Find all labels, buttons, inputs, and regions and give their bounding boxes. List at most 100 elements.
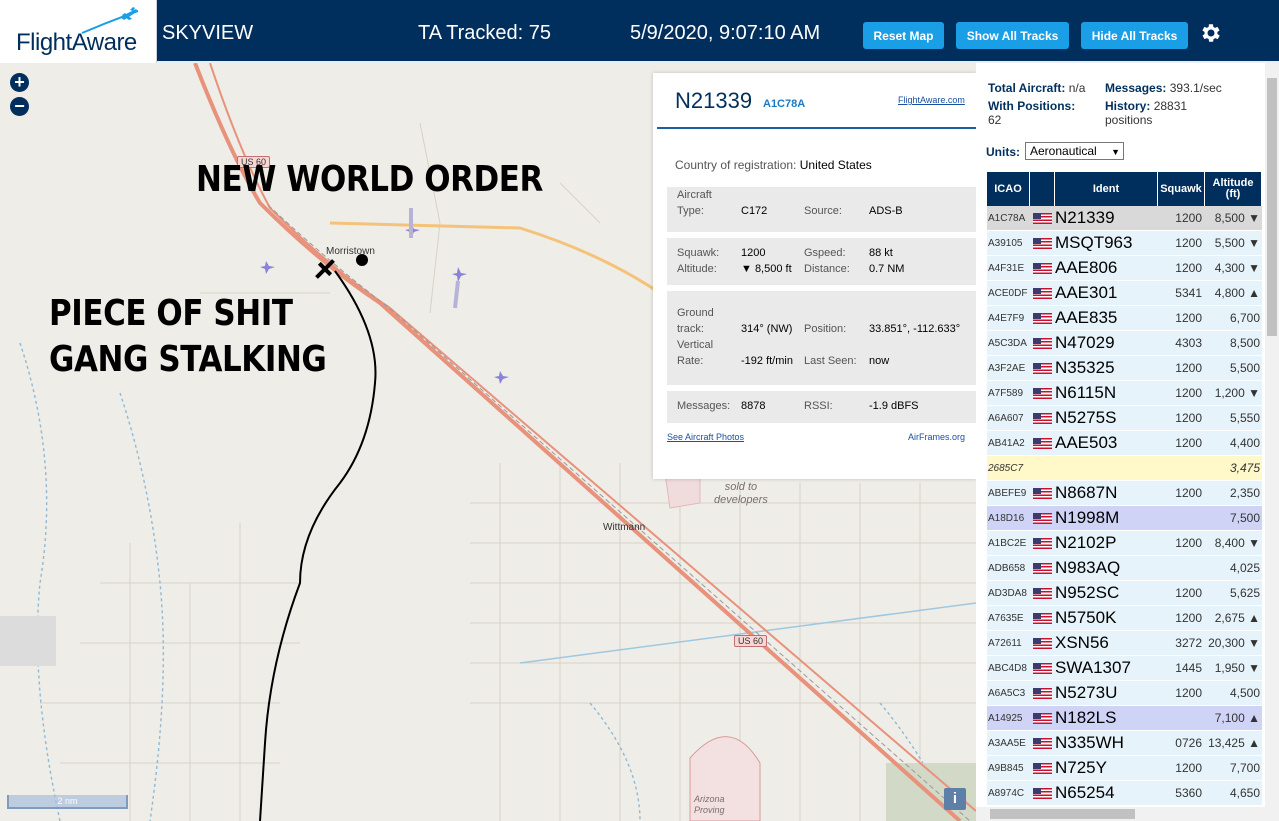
aircraft-type-value: C172	[741, 205, 768, 217]
ident-cell: AAE503	[1055, 433, 1118, 452]
squawk-cell: 1200	[1175, 761, 1202, 775]
squawk-cell: 5341	[1175, 286, 1202, 300]
altitude-cell: 4,300 ▼	[1214, 261, 1260, 275]
annotation-left: PIECE OF SHIT GANG STALKING	[49, 291, 327, 383]
country-row: Country of registration: United States	[675, 158, 872, 172]
gear-icon[interactable]	[1198, 21, 1222, 45]
squawk-cell	[1158, 456, 1205, 480]
squawk-cell: 1200	[1175, 411, 1202, 425]
flag-cell	[1030, 456, 1055, 480]
table-row[interactable]: ABEFE9 N8687N 1200 2,350	[987, 481, 1262, 506]
ident-cell: N21339	[1055, 208, 1115, 227]
squawk-cell: 1200	[1175, 386, 1202, 400]
table-row[interactable]: A3AA5E N335WH 0726 13,425 ▲	[987, 731, 1262, 756]
table-row[interactable]: ACE0DF AAE301 5341 4,800 ▲	[987, 281, 1262, 306]
icao-cell: AB41A2	[988, 437, 1025, 449]
table-row[interactable]: A1C78A N21339 1200 8,500 ▼	[987, 206, 1262, 231]
hide-all-tracks-button[interactable]: Hide All Tracks	[1081, 22, 1188, 49]
distance-label: Distance:	[804, 263, 850, 275]
ident-cell: AAE301	[1055, 283, 1118, 302]
table-row[interactable]: A7635E N5750K 1200 2,675 ▲	[987, 606, 1262, 631]
app-title: SKYVIEW	[162, 22, 254, 44]
table-row[interactable]: 2685C7 3,475	[987, 456, 1262, 481]
table-row[interactable]: A39105 MSQT963 1200 5,500 ▼	[987, 231, 1262, 256]
table-row[interactable]: A8974C N65254 5360 4,650	[987, 781, 1262, 806]
flag-cell	[1030, 406, 1055, 430]
column-header-ident[interactable]: Ident	[1055, 172, 1158, 206]
total-aircraft-stat: Total Aircraft: n/a	[988, 81, 1085, 95]
flightaware-link[interactable]: FlightAware.com	[898, 95, 965, 105]
zoom-in-button[interactable]: +	[10, 73, 29, 92]
horizontal-scrollbar-thumb[interactable]	[990, 809, 1135, 819]
altitude-cell: 5,500 ▼	[1214, 236, 1260, 250]
us-flag-icon	[1033, 387, 1052, 399]
altitude-cell: 8,400 ▼	[1214, 536, 1260, 550]
column-header-squawk[interactable]: Squawk	[1158, 172, 1205, 206]
table-row[interactable]: A6A607 N5275S 1200 5,550	[987, 406, 1262, 431]
route-shield: US 60	[734, 635, 768, 647]
aircraft-type-label: Type:	[677, 205, 704, 217]
units-label: Units:	[986, 145, 1020, 159]
flag-cell	[1030, 281, 1055, 305]
ident-cell: AAE835	[1055, 308, 1118, 327]
table-row[interactable]: AB41A2 AAE503 1200 4,400	[987, 431, 1262, 456]
table-row[interactable]: A1BC2E N2102P 1200 8,400 ▼	[987, 531, 1262, 556]
aircraft-photos-link[interactable]: See Aircraft Photos	[667, 432, 744, 442]
squawk-cell: 0726	[1175, 736, 1202, 750]
flag-cell	[1030, 631, 1055, 655]
table-row[interactable]: A14925 N182LS 7,100 ▲	[987, 706, 1262, 731]
column-header-icao[interactable]: ICAO	[987, 172, 1030, 206]
ident-cell: N5750K	[1055, 608, 1117, 627]
icao-cell: ABC4D8	[988, 662, 1027, 674]
info-button[interactable]: i	[944, 788, 966, 810]
column-header-flag[interactable]	[1030, 172, 1055, 206]
vrate-label: Rate:	[677, 355, 704, 367]
flightaware-logo[interactable]: FlightAware	[0, 0, 157, 63]
table-row[interactable]: A4F31E AAE806 1200 4,300 ▼	[987, 256, 1262, 281]
table-row[interactable]: A9B845 N725Y 1200 7,700	[987, 756, 1262, 781]
altitude-cell: 13,425 ▲	[1208, 736, 1260, 750]
stat-label: History:	[1105, 99, 1151, 113]
place-label-line: Proving	[694, 805, 725, 815]
column-header-altitude[interactable]: Altitude (ft)	[1205, 172, 1262, 206]
altitude-cell: 5,550	[1229, 411, 1260, 425]
us-flag-icon	[1033, 787, 1052, 799]
altitude-cell: 4,025	[1229, 561, 1260, 575]
us-flag-icon	[1033, 562, 1052, 574]
altitude-cell: 7,700	[1229, 761, 1260, 775]
table-row[interactable]: A7F589 N6115N 1200 1,200 ▼	[987, 381, 1262, 406]
icao-cell: A1BC2E	[988, 537, 1027, 549]
table-row[interactable]: ADB658 N983AQ 4,025	[987, 556, 1262, 581]
app-header: FlightAware SKYVIEW TA Tracked: 75 5/9/2…	[0, 0, 1279, 63]
lastseen-label: Last Seen:	[804, 355, 857, 367]
icao-cell: A7635E	[988, 612, 1024, 624]
flag-cell	[1030, 331, 1055, 355]
table-row[interactable]: A4E7F9 AAE835 1200 6,700	[987, 306, 1262, 331]
ident-cell	[1055, 456, 1158, 480]
ident-cell: N1998M	[1055, 508, 1120, 527]
table-row[interactable]: A72611 XSN56 3272 20,300 ▼	[987, 631, 1262, 656]
us-flag-icon	[1033, 487, 1052, 499]
ident-cell: N983AQ	[1055, 558, 1121, 577]
ident-cell: N65254	[1055, 783, 1115, 802]
airframes-link[interactable]: AirFrames.org	[908, 432, 965, 442]
flag-cell	[1030, 381, 1055, 405]
table-row[interactable]: AD3DA8 N952SC 1200 5,625	[987, 581, 1262, 606]
table-row[interactable]: ABC4D8 SWA1307 1445 1,950 ▼	[987, 656, 1262, 681]
us-flag-icon	[1033, 287, 1052, 299]
units-select[interactable]: Aeronautical	[1025, 142, 1124, 160]
altitude-cell: 7,500	[1229, 511, 1260, 525]
table-row[interactable]: A18D16 N1998M 7,500	[987, 506, 1262, 531]
ident-cell: AAE806	[1055, 258, 1118, 277]
table-row[interactable]: A5C3DA N47029 4303 8,500	[987, 331, 1262, 356]
flag-cell	[1030, 581, 1055, 605]
zoom-out-button[interactable]: −	[10, 97, 29, 116]
table-row[interactable]: A6A5C3 N5273U 1200 4,500	[987, 681, 1262, 706]
vertical-scrollbar-thumb[interactable]	[1267, 78, 1277, 336]
show-all-tracks-button[interactable]: Show All Tracks	[956, 22, 1069, 49]
reset-map-button[interactable]: Reset Map	[863, 22, 944, 49]
place-label-morristown: Morristown	[326, 246, 375, 257]
squawk-cell: 1200	[1175, 536, 1202, 550]
ident-cell: N5275S	[1055, 408, 1117, 427]
table-row[interactable]: A3F2AE N35325 1200 5,500	[987, 356, 1262, 381]
